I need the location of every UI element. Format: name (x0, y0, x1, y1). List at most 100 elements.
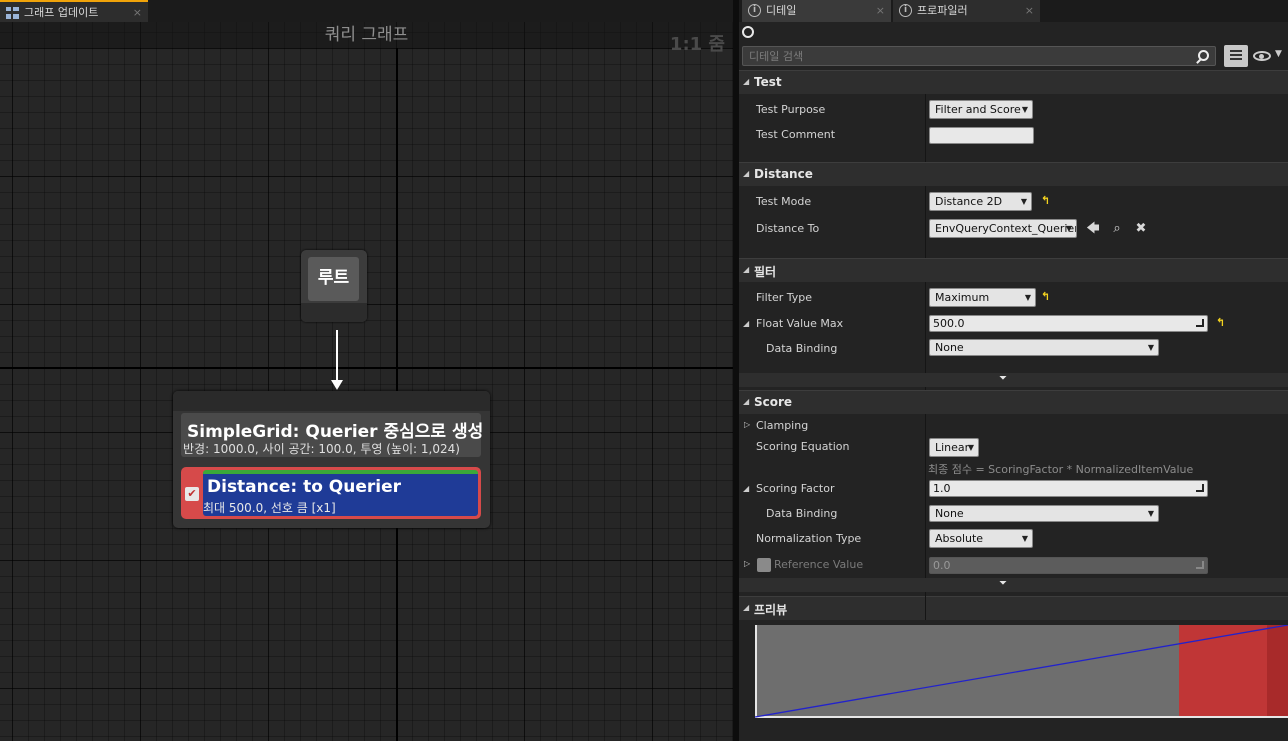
view-options-button[interactable]: ▼ (1251, 48, 1285, 64)
tab-close-icon[interactable]: × (133, 2, 142, 24)
scoring-factor-label: Scoring Factor (756, 482, 835, 495)
graph-tab-bar: 그래프 업데이트 × (0, 0, 733, 22)
test-node[interactable]: ✔ Distance: to Querier 최대 500.0, 선호 큼 [x… (181, 467, 481, 519)
section-distance-label: Distance (754, 167, 813, 181)
section-preview-label: 프리뷰 (754, 603, 788, 617)
tab-profiler[interactable]: i 프로파일러 × (893, 0, 1040, 22)
eye-icon (1253, 51, 1271, 61)
reset-to-default-icon[interactable]: ↰ (1041, 291, 1051, 302)
show-advanced-bar[interactable]: ⏷ (739, 578, 1288, 592)
score-data-binding-combo[interactable]: None ▼ (929, 505, 1159, 522)
normalization-type-combo[interactable]: Absolute ▼ (929, 529, 1033, 548)
test-comment-input[interactable] (929, 127, 1034, 144)
test-mode-combo[interactable]: Distance 2D ▼ (929, 192, 1032, 211)
column-divider[interactable] (925, 70, 926, 598)
resize-grip-icon (1196, 561, 1204, 569)
collapse-arrow-icon: ◢ (743, 397, 750, 406)
test-node-subtitle: 최대 500.0, 선호 큼 [x1] (203, 501, 336, 515)
resize-grip-icon (1196, 484, 1204, 492)
tab-details[interactable]: i 디테일 × (742, 0, 891, 22)
section-test[interactable]: ◢ Test (739, 70, 1288, 94)
test-purpose-combo[interactable]: Filter and Score ▼ (929, 100, 1033, 119)
scoring-equation-value: Linear (935, 441, 970, 454)
chevron-down-icon: ▼ (1020, 197, 1027, 206)
collapse-arrow-icon[interactable]: ◢ (743, 484, 749, 493)
search-icon[interactable] (1198, 50, 1209, 61)
collapse-arrow-icon: ◢ (743, 265, 750, 274)
filter-data-binding-combo[interactable]: None ▼ (929, 339, 1159, 356)
test-purpose-label: Test Purpose (756, 103, 826, 116)
expand-down-icon: ⏷ (999, 578, 1007, 589)
root-node-label: 루트 (308, 257, 359, 301)
chevron-down-icon: ▼ (1147, 343, 1154, 352)
tab-graph-update[interactable]: 그래프 업데이트 × (0, 0, 148, 22)
filter-data-binding-value: None (935, 341, 964, 354)
float-value-max-label: Float Value Max (756, 317, 844, 330)
test-enabled-checkbox[interactable]: ✔ (185, 487, 199, 501)
normalization-type-label: Normalization Type (756, 532, 862, 545)
reset-to-default-icon[interactable]: ↰ (1216, 317, 1226, 328)
chevron-down-icon: ▼ (1147, 509, 1154, 518)
details-panel: i 디테일 × i 프로파일러 × ▼ ◢ (739, 0, 1288, 741)
generator-node-input-pin[interactable] (173, 391, 490, 411)
connection-wire (336, 330, 338, 382)
test-node-body[interactable]: Distance: to Querier 최대 500.0, 선호 큼 [x1] (203, 470, 478, 516)
reference-value-checkbox[interactable] (757, 558, 771, 572)
query-graph-canvas[interactable]: 쿼리 그래프 1:1 줌 (0, 22, 733, 741)
preview-filtered-edge (1267, 625, 1288, 718)
collapse-arrow-icon: ◢ (743, 169, 750, 178)
chevron-down-icon: ▼ (1021, 105, 1028, 114)
reference-value-value: 0.0 (933, 559, 951, 572)
distance-to-value: EnvQueryContext_Querier (935, 222, 1077, 235)
reference-value-input[interactable]: 0.0 (929, 557, 1208, 574)
tab-close-icon[interactable]: × (1025, 0, 1034, 22)
graph-title: 쿼리 그래프 (324, 25, 409, 45)
section-filter[interactable]: ◢ 필터 (739, 258, 1288, 282)
details-search-box[interactable] (742, 46, 1216, 66)
generator-node[interactable]: SimpleGrid: Querier 중심으로 생성 반경: 1000.0, … (173, 391, 490, 528)
collapse-arrow-icon[interactable]: ◢ (743, 319, 749, 328)
float-value-max-value: 500.0 (933, 317, 965, 330)
section-score[interactable]: ◢ Score (739, 390, 1288, 414)
graph-icon (6, 7, 19, 19)
normalization-type-value: Absolute (935, 532, 984, 545)
distance-to-combo[interactable]: EnvQueryContext_Querier ▼ (929, 219, 1077, 238)
scoring-factor-input[interactable]: 1.0 (929, 480, 1208, 497)
details-search-input[interactable] (749, 49, 1189, 64)
tab-graph-update-label: 그래프 업데이트 (24, 6, 99, 19)
list-icon-line (1230, 50, 1242, 52)
chevron-down-icon: ▼ (1021, 534, 1028, 543)
section-preview[interactable]: ◢ 프리뷰 (739, 596, 1288, 620)
filter-type-combo[interactable]: Maximum ▼ (929, 288, 1036, 307)
root-node[interactable]: 루트 (301, 250, 367, 322)
clamping-label: Clamping (756, 419, 809, 432)
score-data-binding-value: None (935, 507, 964, 520)
use-selected-arrow-icon[interactable]: 🡄 (1086, 222, 1100, 236)
browse-search-icon[interactable]: ⌕ (1110, 222, 1124, 236)
score-data-binding-label: Data Binding (766, 507, 838, 520)
filter-type-label: Filter Type (756, 291, 813, 304)
clear-x-icon[interactable]: ✖ (1134, 222, 1148, 236)
show-advanced-bar[interactable]: ⏷ (739, 373, 1288, 387)
expand-arrow-icon[interactable]: ▷ (744, 559, 750, 568)
preview-graph (755, 625, 1288, 718)
expand-arrow-icon[interactable]: ▷ (744, 420, 750, 429)
root-node-output-pin[interactable] (301, 303, 367, 322)
connection-arrow-icon (331, 380, 343, 390)
info-icon: i (748, 4, 761, 17)
reset-to-default-icon[interactable]: ↰ (1041, 195, 1051, 206)
section-filter-label: 필터 (754, 265, 777, 279)
section-test-label: Test (754, 75, 782, 89)
graph-axis-horizontal (0, 367, 733, 369)
lock-icon[interactable] (742, 26, 754, 38)
info-icon: i (899, 4, 912, 17)
zoom-label: 1:1 줌 (669, 34, 725, 55)
scoring-equation-combo[interactable]: Linear ▼ (929, 438, 979, 457)
test-mode-value: Distance 2D (935, 195, 1003, 208)
tab-close-icon[interactable]: × (876, 0, 885, 22)
section-distance[interactable]: ◢ Distance (739, 162, 1288, 186)
property-matrix-button[interactable] (1224, 45, 1248, 67)
float-value-max-input[interactable]: 500.0 (929, 315, 1208, 332)
generator-node-subtitle: 반경: 1000.0, 사이 공간: 100.0, 투영 (높이: 1,024) (183, 442, 460, 456)
resize-grip-icon (1196, 319, 1204, 327)
